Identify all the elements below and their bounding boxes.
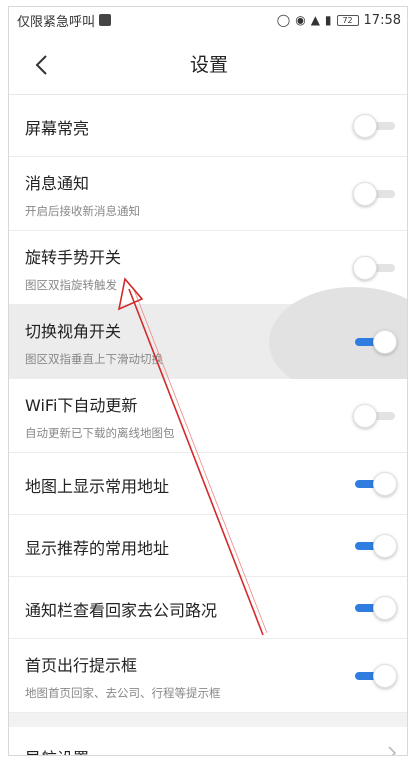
setting-title: 消息通知 <box>25 174 90 193</box>
status-time: 17:58 <box>363 12 401 28</box>
screen-on-toggle[interactable] <box>353 112 399 140</box>
signal-icon: ▮ <box>324 13 332 27</box>
status-bar: 仅限紧急呼叫 ◯ ◉ ▲ ▮ 72 17:58 <box>9 7 407 33</box>
setting-title: WiFi下自动更新 <box>25 396 138 415</box>
back-button[interactable] <box>21 45 61 85</box>
setting-subtitle: 地图首页回家、去公司、行程等提示框 <box>25 686 221 700</box>
message-notify-toggle[interactable] <box>353 180 399 208</box>
setting-title: 显示推荐的常用地址 <box>25 539 170 558</box>
chevron-right-icon <box>388 746 397 755</box>
header: 设置 <box>9 33 407 95</box>
setting-title: 导航设置 <box>25 745 89 755</box>
setting-row-message-notify[interactable]: 消息通知 开启后接收新消息通知 <box>9 157 407 231</box>
nfc-icon: ◯ <box>276 13 291 27</box>
setting-title: 屏幕常亮 <box>25 119 90 138</box>
notification-app-icon <box>99 14 112 26</box>
eye-icon: ◉ <box>295 13 306 27</box>
wifi-auto-update-toggle[interactable] <box>353 402 399 430</box>
setting-subtitle: 图区双指垂直上下滑动切换 <box>25 352 163 366</box>
commute-traffic-toggle[interactable] <box>353 594 399 622</box>
wifi-icon: ▲ <box>310 13 320 27</box>
setting-row-show-common-address[interactable]: 地图上显示常用地址 <box>9 453 407 515</box>
recommended-address-toggle[interactable] <box>353 532 399 560</box>
settings-list: 屏幕常亮 消息通知 开启后接收新消息通知 旋转手势开关 图区双指旋转触发 切换视… <box>9 95 407 755</box>
show-common-address-toggle[interactable] <box>353 470 399 498</box>
switch-view-toggle[interactable] <box>353 328 399 356</box>
setting-row-switch-view[interactable]: 切换视角开关 图区双指垂直上下滑动切换 <box>9 287 407 397</box>
chevron-left-icon <box>35 55 47 75</box>
setting-subtitle: 自动更新已下载的离线地图包 <box>25 426 175 440</box>
carrier-text: 仅限紧急呼叫 <box>17 14 96 30</box>
setting-row-recommended-address[interactable]: 显示推荐的常用地址 <box>9 515 407 577</box>
setting-row-screen-on[interactable]: 屏幕常亮 <box>9 95 407 157</box>
setting-title: 旋转手势开关 <box>25 248 122 267</box>
screenshot-frame: 仅限紧急呼叫 ◯ ◉ ▲ ▮ 72 17:58 设置 屏幕常亮 消息通知 开启后… <box>8 6 408 756</box>
navigation-settings-row[interactable]: 导航设置 <box>9 727 407 755</box>
setting-row-home-travel-tip[interactable]: 首页出行提示框 地图首页回家、去公司、行程等提示框 <box>9 639 407 713</box>
setting-title: 切换视角开关 <box>25 322 122 341</box>
setting-title: 通知栏查看回家去公司路况 <box>25 601 218 620</box>
rotate-gesture-toggle[interactable] <box>353 254 399 282</box>
section-divider <box>9 713 407 727</box>
setting-row-wifi-auto-update[interactable]: WiFi下自动更新 自动更新已下载的离线地图包 <box>9 379 407 453</box>
setting-subtitle: 图区双指旋转触发 <box>25 278 117 292</box>
setting-title: 地图上显示常用地址 <box>25 477 170 496</box>
battery-icon: 72 <box>336 14 359 26</box>
page-title: 设置 <box>189 54 228 76</box>
setting-subtitle: 开启后接收新消息通知 <box>25 204 140 218</box>
home-travel-tip-toggle[interactable] <box>353 662 399 690</box>
setting-title: 首页出行提示框 <box>25 656 138 675</box>
setting-row-commute-traffic[interactable]: 通知栏查看回家去公司路况 <box>9 577 407 639</box>
